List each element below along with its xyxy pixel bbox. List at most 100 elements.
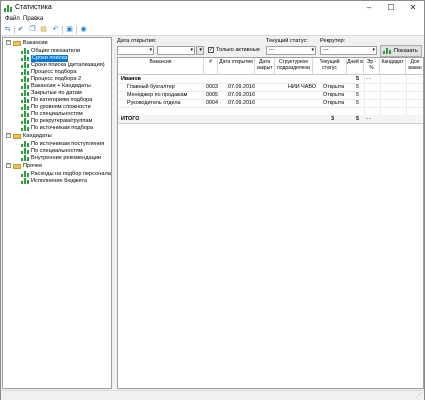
minimize-button[interactable]: – xyxy=(358,1,380,15)
bar-chart-icon xyxy=(21,48,29,54)
chevron-down-icon[interactable]: ▾ xyxy=(149,47,152,54)
window-title: Статистика xyxy=(15,4,52,11)
bar-chart-icon xyxy=(21,111,29,117)
column-header-status[interactable]: Текущий статус xyxy=(313,58,347,75)
check-icon[interactable]: ✔ xyxy=(16,26,25,34)
tree-item-closed-by-date[interactable]: Закрытые по датам xyxy=(3,90,111,97)
tree-item-search-time-detail[interactable]: Сроки поиска (детализация) xyxy=(3,62,111,69)
tree-item-label: По специальностям xyxy=(31,148,83,154)
chevron-down-icon[interactable]: ▾ xyxy=(190,47,193,54)
tree-item-process[interactable]: Процесс подбора xyxy=(3,69,111,76)
folder-icon xyxy=(13,134,21,139)
tree-item-search-time[interactable]: Сроки поиска xyxy=(3,55,111,62)
date-to-picker[interactable]: ▾ xyxy=(157,46,195,55)
tree-item-label: Сроки поиска (детализация) xyxy=(31,62,105,68)
bar-chart-icon xyxy=(21,83,29,89)
tree-item-label: Расходы на подбор персонала xyxy=(31,171,111,177)
resize-grip-icon[interactable]: ⋰ xyxy=(416,392,422,399)
bar-chart-icon xyxy=(21,62,29,68)
bar-chart-icon xyxy=(383,48,391,54)
cell-vacancy: Руководитель отдела xyxy=(127,100,181,106)
tree-item-label: По рекрутерам/группам xyxy=(31,118,93,124)
tree-item-vacancies-candidates[interactable]: Вакансии + Кандидаты xyxy=(3,83,111,90)
bar-chart-icon xyxy=(21,55,29,61)
column-header-opened[interactable]: Дата открытия xyxy=(218,58,255,75)
bar-chart-icon xyxy=(21,90,29,96)
paste-icon[interactable]: ▤ xyxy=(39,26,48,34)
folder-icon xyxy=(13,164,21,169)
recruiter-value: --- xyxy=(323,47,329,53)
close-button[interactable]: ✕ xyxy=(402,1,424,15)
toolbar-separator xyxy=(76,26,77,34)
bar-chart-icon xyxy=(21,178,29,184)
date-from-picker[interactable]: ▾ xyxy=(117,46,154,55)
column-header-department[interactable]: Структурное подразделени xyxy=(275,58,313,75)
tree-item-process-2[interactable]: Процесс подбора 2 xyxy=(3,76,111,83)
show-button[interactable]: Показать xyxy=(380,45,422,57)
total-days: 5 xyxy=(356,116,359,122)
menu-file[interactable]: Файл xyxy=(5,16,20,22)
total-label: ИТОГО xyxy=(121,116,140,122)
tree-item-general-indicators[interactable]: Общие показатели xyxy=(3,48,111,55)
bar-chart-icon xyxy=(21,125,29,131)
toolbar-separator xyxy=(14,26,15,34)
recruiter-select[interactable]: --- ▾ xyxy=(320,46,377,55)
tree-item-label: Внутренние рекомендации xyxy=(31,155,102,161)
tree-group-other[interactable]: − Прочее xyxy=(3,163,111,170)
undo-icon[interactable]: ↶ xyxy=(51,26,60,34)
cell-status: Открыта xyxy=(323,100,345,106)
tree-group-vacancies[interactable]: − Вакансии xyxy=(3,40,111,47)
toolbar: ⇆ ✔ ❐ ▤ ↶ ▣ ◉ xyxy=(1,24,424,36)
chevron-down-icon: ▾ xyxy=(199,47,202,53)
tree-item-internal-referrals[interactable]: Внутренние рекомендации xyxy=(3,155,111,162)
tree-item-label: Исполнение бюджета xyxy=(31,178,87,184)
cell-vacancy: Менеджер по продажам xyxy=(127,92,188,98)
tree-item-by-difficulty[interactable]: По уровням сложности xyxy=(3,104,111,111)
column-header-number[interactable]: # xyxy=(204,58,218,75)
tree-item-by-recruiter[interactable]: По рекрутерам/группам xyxy=(3,118,111,125)
tree-item-budget-execution[interactable]: Исполнение бюджета xyxy=(3,178,111,185)
tree-group-candidates[interactable]: − Кандидаты xyxy=(3,133,111,140)
tree-item-by-intake-source[interactable]: По источникам поступления xyxy=(3,141,111,148)
tree-item-recruiting-costs[interactable]: Расходы на подбор персонала xyxy=(3,171,111,178)
open-icon[interactable]: ⇆ xyxy=(3,26,12,34)
collapse-toggle-icon[interactable]: − xyxy=(6,163,11,168)
title-bar[interactable]: Статистика – ☐ ✕ xyxy=(1,1,424,15)
tree-item-candidate-specialty[interactable]: По специальностям xyxy=(3,148,111,155)
cell-opened: 07.09.2016 xyxy=(228,92,255,98)
maximize-button[interactable]: ☐ xyxy=(380,1,402,15)
tree-item-label: По источникам поступления xyxy=(31,141,105,147)
cell-vacancy: Главный бухгалтер xyxy=(127,84,175,90)
table-total-row[interactable]: ИТОГО 3 5 - - xyxy=(118,115,423,123)
report-tree[interactable]: − Вакансии Общие показатели Сроки поиска… xyxy=(2,37,112,389)
column-header-percent[interactable]: Эр - % xyxy=(364,58,380,75)
cell-days: 5 xyxy=(356,100,359,106)
statistics-app-icon xyxy=(4,4,12,12)
tree-item-by-source[interactable]: По источникам подбора xyxy=(3,125,111,132)
copy-icon[interactable]: ❐ xyxy=(28,26,37,34)
window-icon[interactable]: ▣ xyxy=(65,26,74,34)
column-header-vacancy[interactable]: Вакансия xyxy=(118,58,204,75)
tree-item-by-specialty[interactable]: По специальностям xyxy=(3,111,111,118)
collapse-toggle-icon[interactable]: − xyxy=(6,40,11,45)
group-days: 5 xyxy=(356,76,359,82)
column-header-closed[interactable]: Дата закрыт xyxy=(255,58,275,75)
cell-status: Открыта xyxy=(323,92,345,98)
column-header-additional[interactable]: Доп вакан xyxy=(406,58,423,75)
column-header-candidates[interactable]: Кандидат xyxy=(380,58,406,75)
column-header-days[interactable]: Дней в xyxy=(347,58,364,75)
tree-item-label: Вакансии + Кандидаты xyxy=(31,83,91,89)
cell-opened: 07.09.2016 xyxy=(228,100,255,106)
help-icon[interactable]: ◉ xyxy=(79,26,88,34)
period-dropdown-button[interactable]: ▾ xyxy=(196,46,204,55)
tree-item-by-category[interactable]: По категориям подбора xyxy=(3,97,111,104)
bar-chart-icon xyxy=(21,148,29,154)
tree-item-label-selected: Сроки поиска xyxy=(31,55,69,62)
status-select[interactable]: --- ▾ xyxy=(266,46,316,55)
menu-edit[interactable]: Правка xyxy=(23,16,43,22)
collapse-toggle-icon[interactable]: − xyxy=(6,133,11,138)
report-grid[interactable]: Вакансия # Дата открытия Дата закрыт Стр… xyxy=(117,57,424,389)
only-active-label: Только активные xyxy=(216,47,260,53)
only-active-checkbox[interactable]: ✓ xyxy=(208,47,214,53)
bar-chart-icon xyxy=(21,118,29,124)
